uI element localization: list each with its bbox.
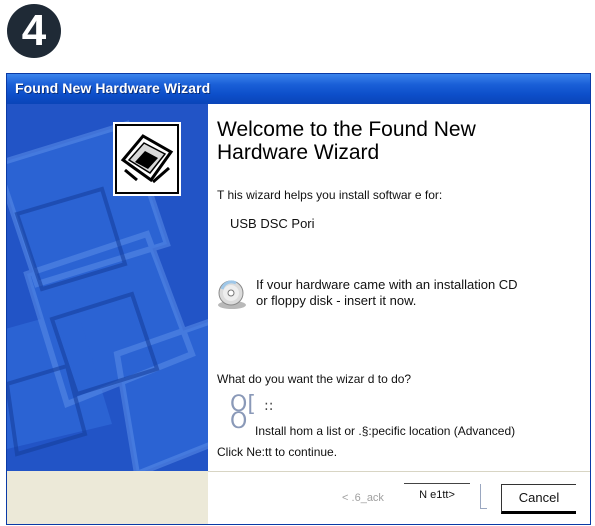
cd-disc-icon [218,280,246,309]
continue-instruction: Click Ne:tt to continue. [217,445,338,459]
step-number: 4 [21,6,47,55]
window-titlebar[interactable]: Found New Hardware Wizard [7,74,590,104]
option-automatic-label[interactable]: :: [264,398,273,414]
cd-note-text: If vour hardware came with an installati… [256,277,518,309]
window-title: Found New Hardware Wizard [15,80,211,96]
button-bar-left [7,471,208,524]
back-button[interactable]: < .6_ack [330,488,396,508]
device-name: USB DSC Pori [230,216,315,231]
wizard-question: What do you want the wizar d to do? [217,372,412,386]
option-radio-buttons[interactable]: O[ O [230,394,258,438]
heading-line-1: Welcome to the Found New [217,118,476,141]
option-advanced-label[interactable]: Install hom a list or .§:pecific locatio… [255,424,515,438]
intro-text: T his wizard helps you install softwar e… [217,188,443,202]
cancel-button[interactable]: Cancel [501,484,576,514]
heading-line-2: Hardware Wizard [217,141,380,164]
next-button[interactable]: N e1tt> [404,483,470,506]
cd-note-line-1: If vour hardware came with an installati… [256,277,518,292]
step-number-badge: 4 [7,4,61,58]
wizard-heading: Welcome to the Found New Hardware Wizard [217,118,577,164]
found-new-hardware-wizard-window: Found New Hardware Wizard Welcome to the… [6,73,591,525]
button-separator [480,484,487,509]
button-bar: < .6_ack N e1tt> Cancel [208,471,590,524]
wizard-content: Welcome to the Found New Hardware Wizard… [208,104,590,471]
hardware-wizard-icon [113,122,181,196]
cd-note-line-2: or floppy disk - insert it now. [256,293,417,308]
cd-note: If vour hardware came with an installati… [216,277,586,319]
wizard-side-banner [7,104,208,471]
